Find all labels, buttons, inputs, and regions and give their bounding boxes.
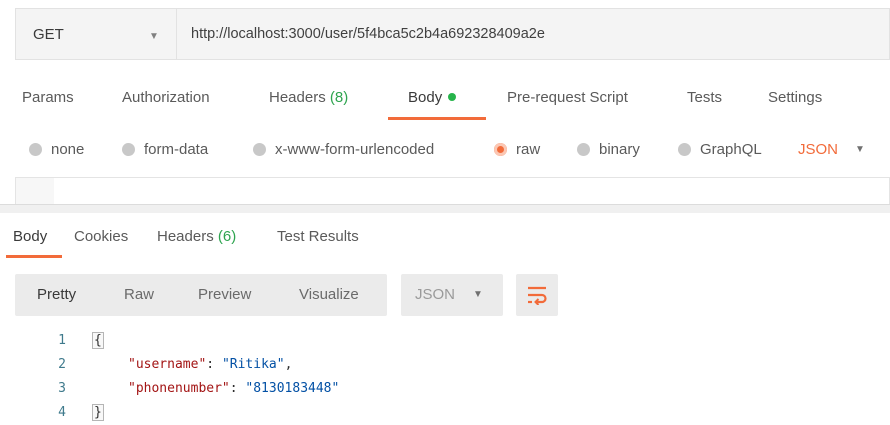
body-type-graphql[interactable]: GraphQL [678, 141, 762, 158]
body-type-binary-label: binary [599, 141, 640, 158]
body-type-binary[interactable]: binary [577, 141, 640, 158]
radio-icon [678, 143, 691, 156]
raw-format-select[interactable]: JSON [798, 141, 838, 158]
tab-body[interactable]: Body [408, 89, 457, 106]
method-select[interactable]: GET ▼ [16, 9, 177, 59]
body-type-options: none form-data x-www-form-urlencoded raw… [0, 136, 890, 166]
view-pretty-button[interactable]: Pretty [37, 286, 76, 303]
response-format-label: JSON [415, 286, 456, 303]
view-preview-button[interactable]: Preview [198, 286, 251, 303]
json-value: "Ritika" [221, 357, 285, 372]
response-tab-cookies[interactable]: Cookies [74, 228, 128, 245]
radio-icon [253, 143, 266, 156]
active-response-tab-indicator [6, 255, 62, 258]
request-tabs: Params Authorization Headers (8) Body Pr… [0, 80, 890, 120]
response-tabs: Body Cookies Headers (6) Test Results [0, 225, 890, 261]
code-text: { [92, 332, 104, 349]
code-line: 1 { [0, 332, 890, 357]
tab-headers-label: Headers [269, 89, 326, 106]
code-line: 4 } [0, 404, 890, 425]
close-brace: } [92, 404, 104, 421]
tab-body-label: Body [408, 89, 443, 106]
tab-tests[interactable]: Tests [687, 89, 722, 106]
view-raw-button[interactable]: Raw [124, 286, 154, 303]
view-visualize-button[interactable]: Visualize [299, 286, 359, 303]
line-number: 4 [58, 405, 66, 420]
body-type-graphql-label: GraphQL [700, 141, 762, 158]
line-number: 1 [58, 333, 66, 348]
code-text: } [92, 404, 104, 421]
radio-icon [122, 143, 135, 156]
line-number: 2 [58, 357, 66, 372]
editor-gutter [16, 178, 54, 205]
code-text: "username": "Ritika", [128, 357, 293, 372]
body-type-urlencoded[interactable]: x-www-form-urlencoded [253, 141, 434, 158]
chevron-down-icon: ▼ [473, 289, 483, 300]
json-value: "8130183448" [245, 381, 340, 396]
radio-icon [577, 143, 590, 156]
body-type-urlencoded-label: x-www-form-urlencoded [275, 141, 435, 158]
body-type-raw[interactable]: raw [494, 141, 540, 158]
response-tab-test-results[interactable]: Test Results [277, 228, 359, 245]
response-body-viewer[interactable]: 1 { 2 "username": "Ritika", 3 "phonenumb… [0, 330, 890, 425]
headers-count-badge: (8) [329, 89, 349, 106]
chevron-down-icon: ▼ [149, 31, 159, 42]
chevron-down-icon[interactable]: ▼ [855, 144, 865, 155]
json-trail: , [284, 357, 293, 372]
response-tab-body[interactable]: Body [13, 228, 47, 245]
code-line: 2 "username": "Ritika", [0, 357, 890, 381]
method-label: GET [33, 25, 64, 43]
radio-selected-icon [494, 143, 507, 156]
response-view-modes: Pretty Raw Preview Visualize [15, 274, 387, 316]
tab-params[interactable]: Params [22, 89, 74, 106]
response-format-select[interactable]: JSON ▼ [401, 274, 503, 316]
body-type-form-data[interactable]: form-data [122, 141, 208, 158]
body-type-none[interactable]: none [29, 141, 84, 158]
body-active-dot-icon [448, 93, 457, 101]
tab-settings[interactable]: Settings [768, 89, 822, 106]
radio-icon [29, 143, 42, 156]
body-type-raw-label: raw [516, 141, 541, 158]
json-key: "username" [128, 357, 207, 372]
response-tab-headers[interactable]: Headers (6) [157, 228, 236, 245]
body-type-none-label: none [51, 141, 85, 158]
json-key: "phonenumber" [128, 381, 230, 396]
code-line: 3 "phonenumber": "8130183448" [0, 381, 890, 405]
open-brace: { [92, 332, 104, 349]
body-type-form-data-label: form-data [144, 141, 209, 158]
request-body-editor[interactable] [15, 177, 890, 205]
pane-resize-handle[interactable] [0, 204, 890, 213]
response-tab-headers-label: Headers [157, 228, 214, 245]
code-text: "phonenumber": "8130183448" [128, 381, 340, 396]
line-number: 3 [58, 381, 66, 396]
wrap-lines-button[interactable] [516, 274, 558, 316]
request-url-bar: GET ▼ http://localhost:3000/user/5f4bca5… [15, 8, 890, 60]
tab-prerequest-script[interactable]: Pre-request Script [507, 89, 628, 106]
url-input[interactable]: http://localhost:3000/user/5f4bca5c2b4a6… [177, 26, 545, 42]
tab-headers[interactable]: Headers (8) [269, 89, 348, 106]
response-headers-count-badge: (6) [217, 228, 237, 245]
active-tab-indicator [388, 117, 486, 120]
wrap-lines-icon [528, 286, 547, 305]
tab-authorization[interactable]: Authorization [122, 89, 210, 106]
